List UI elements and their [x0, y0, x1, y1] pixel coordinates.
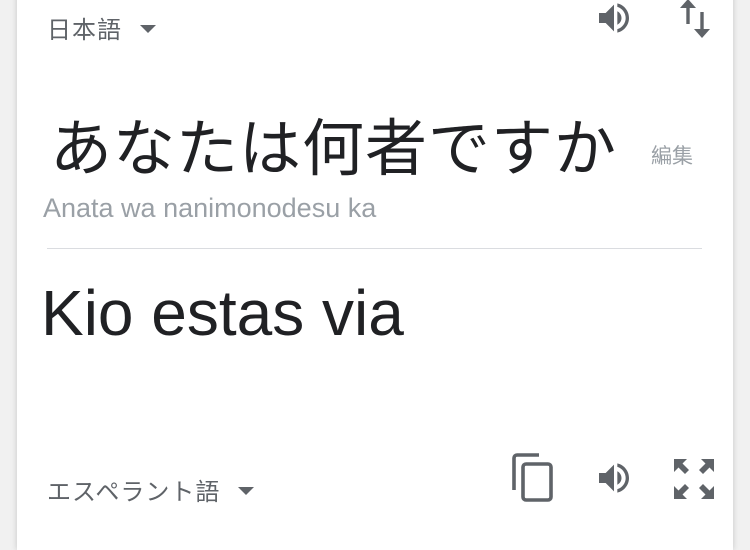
copy-button[interactable]	[506, 452, 560, 504]
translated-text: Kio estas via	[41, 277, 404, 349]
target-language-selector[interactable]: エスペラント語	[47, 472, 255, 507]
source-text[interactable]: あなたは何者ですか	[50, 98, 617, 188]
fullscreen-button[interactable]	[670, 456, 718, 502]
fullscreen-icon	[674, 459, 714, 499]
source-romanization: Anata wa nanimonodesu ka	[43, 193, 377, 223]
source-language-label: 日本語	[47, 16, 122, 44]
copy-icon	[512, 453, 553, 502]
edit-link[interactable]: 編集	[651, 140, 693, 170]
swap-languages-button[interactable]	[676, 0, 716, 40]
target-language-label: エスペラント語	[47, 478, 221, 506]
speaker-icon	[599, 463, 629, 493]
swap-languages-icon	[680, 0, 710, 38]
source-speaker-button[interactable]	[590, 0, 638, 38]
source-language-selector[interactable]: 日本語	[47, 10, 156, 45]
target-speaker-button[interactable]	[590, 456, 638, 500]
caret-down-icon	[238, 486, 255, 495]
caret-down-icon	[140, 24, 156, 33]
divider	[47, 248, 702, 249]
speaker-icon	[599, 3, 629, 33]
